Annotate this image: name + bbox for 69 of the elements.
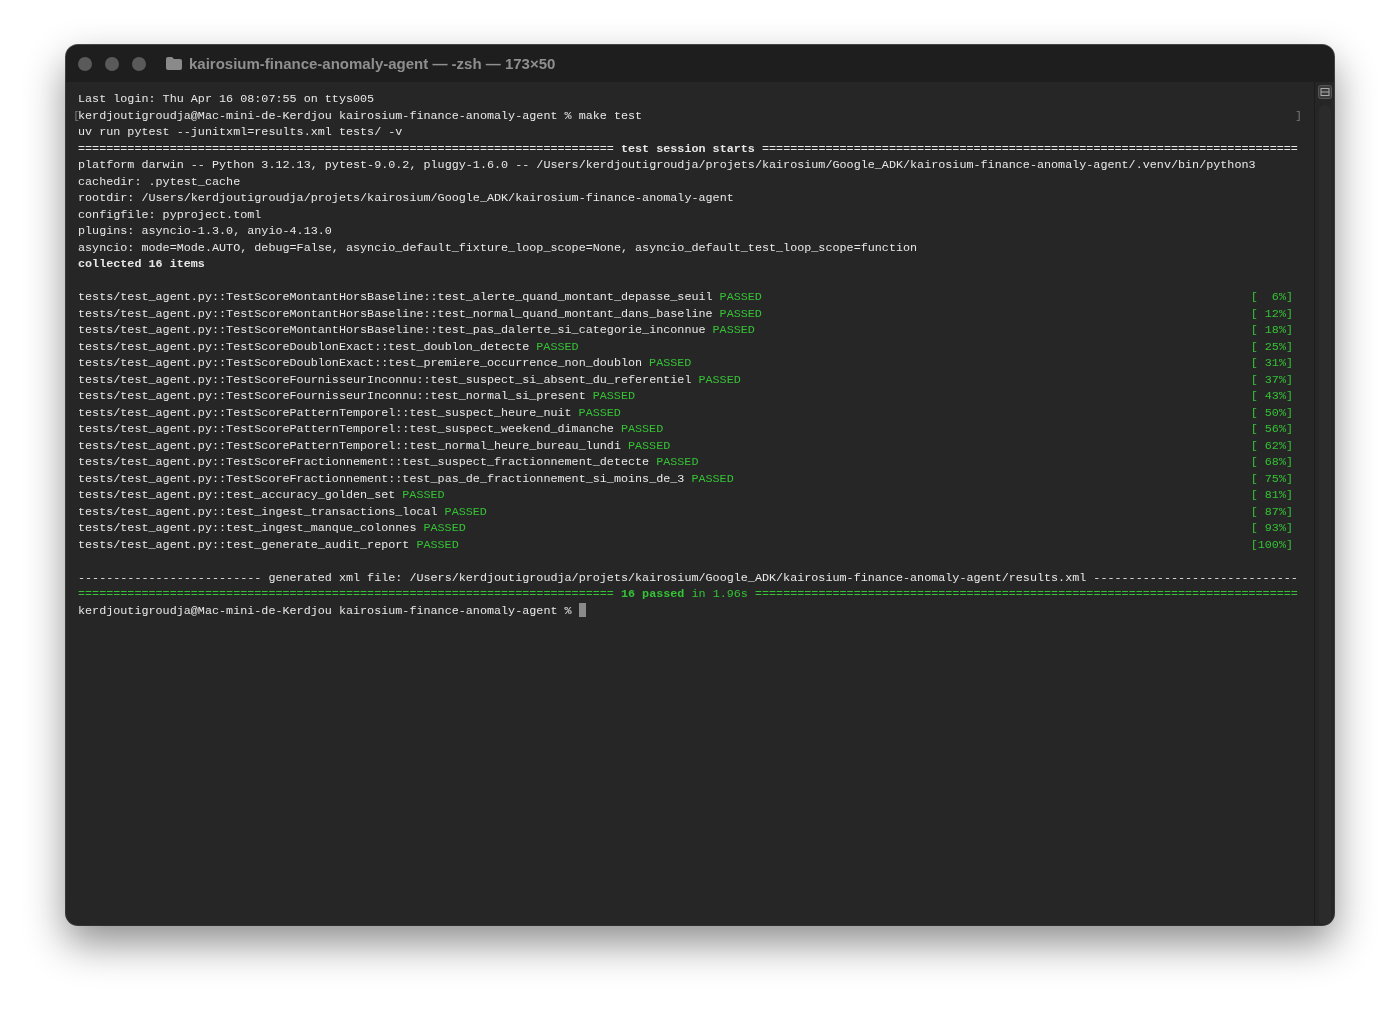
prompt-line: kerdjoutigroudja@Mac-mini-de-Kerdjou kairosium-finance-anomaly-agent % make test — [78, 108, 643, 123]
progress-percent: [ 87%] — [1250, 503, 1293, 520]
test-status: PASSED — [698, 371, 741, 388]
output-line: Last login: Thu Apr 16 08:07:55 on ttys005 — [78, 91, 376, 108]
test-name: tests/test_agent.py::TestScorePatternTemporel::test_suspect_heure_nuit — [78, 404, 572, 421]
output-line: asyncio: mode=Mode.AUTO, debug=False, asyncio_default_fixture_loop_scope=None, asyncio_default_test_loop_scope=function — [78, 239, 919, 256]
test-name: tests/test_agent.py::test_ingest_transactions_local — [78, 503, 438, 520]
test-status: PASSED — [656, 454, 699, 471]
progress-percent: [ 12%] — [1250, 305, 1293, 322]
prompt-line: kerdjoutigroudja@Mac-mini-de-Kerdjou kairosium-finance-anomaly-agent % — [78, 603, 572, 618]
progress-percent: [100%] — [1250, 536, 1293, 553]
window-title: kairosium-finance-anomaly-agent — -zsh — 173×50 — [189, 55, 556, 72]
test-name: tests/test_agent.py::TestScoreFractionnement::test_suspect_fractionnement_detecte — [78, 454, 650, 471]
test-name: tests/test_agent.py::test_generate_audit_report — [78, 536, 410, 553]
progress-percent: [ 50%] — [1250, 404, 1293, 421]
test-status: PASSED — [712, 322, 755, 339]
output-line: cachedir: .pytest_cache — [78, 173, 242, 190]
minimize-button[interactable] — [105, 56, 119, 71]
prompt-mark: ] — [1294, 107, 1302, 124]
test-name: tests/test_agent.py::TestScorePatternTemporel::test_suspect_weekend_dimanche — [78, 421, 614, 438]
test-status: PASSED — [444, 503, 487, 520]
test-status: PASSED — [416, 536, 459, 553]
output-line: collected 16 items — [78, 256, 206, 273]
test-name: tests/test_agent.py::test_accuracy_golden_set — [78, 487, 396, 504]
test-status: PASSED — [627, 437, 671, 454]
test-name: tests/test_agent.py::TestScoreFournisseurInconnu::test_suspect_si_absent_du_referentiel — [78, 371, 692, 388]
progress-percent: [ 43%] — [1250, 388, 1293, 405]
separator-line: ============================================================================ test session starts ============================================================================ — [78, 140, 1299, 157]
test-name: tests/test_agent.py::TestScoreFournisseurInconnu::test_normal_si_present — [78, 388, 586, 405]
test-status: PASSED — [402, 487, 445, 504]
test-name: tests/test_agent.py::TestScoreMontantHorsBaseline::test_alerte_quand_montant_depasse_seuil — [78, 289, 713, 306]
output-line: configfile: pyproject.toml — [78, 206, 263, 223]
progress-percent: [ 93%] — [1250, 520, 1293, 537]
folder-icon — [166, 57, 182, 70]
test-status: PASSED — [536, 338, 579, 355]
separator-line: -------------------------- generated xml file: /Users/kerdjoutigroudja/projets/kairosium/Google_ADK/kairosium-finance-anomaly-agent/results.xml ----------------------------- — [78, 569, 1299, 586]
test-name: tests/test_agent.py::TestScoreMontantHorsBaseline::test_pas_dalerte_si_categorie_inconnue — [78, 322, 706, 339]
test-status: PASSED — [423, 520, 466, 537]
output-line: uv run pytest --junitxml=results.xml tests/ -v — [78, 124, 404, 141]
progress-percent: [ 56%] — [1250, 421, 1293, 438]
separator-line: ============================================================================ 16 passed in 1.96s ============================================================================= — [78, 586, 1299, 603]
test-name: tests/test_agent.py::test_ingest_manque_colonnes — [78, 520, 417, 537]
progress-percent: [ 68%] — [1250, 454, 1293, 471]
progress-percent: [ 75%] — [1250, 470, 1293, 487]
test-name: tests/test_agent.py::TestScoreDoublonExact::test_premiere_occurrence_non_doublon — [78, 355, 643, 372]
progress-percent: [ 37%] — [1250, 371, 1293, 388]
test-name: tests/test_agent.py::TestScoreMontantHorsBaseline::test_normal_quand_montant_dans_baseline — [78, 305, 713, 322]
test-name: tests/test_agent.py::TestScorePatternTemporel::test_normal_heure_bureau_lundi — [78, 437, 621, 454]
output-line: platform darwin -- Python 3.12.13, pytest-9.0.2, pluggy-1.6.0 -- /Users/kerdjoutigroudja/projets/kairosium/Google_ADK/kairosium-finance-anomaly-agent/.venv/bin/python3 — [78, 157, 1257, 174]
progress-percent: [ 6%] — [1250, 289, 1293, 306]
test-status: PASSED — [592, 388, 635, 405]
test-status: PASSED — [578, 404, 621, 421]
test-status: PASSED — [719, 305, 762, 322]
test-status: PASSED — [719, 289, 762, 306]
progress-percent: [ 81%] — [1250, 487, 1293, 504]
progress-percent: [ 18%] — [1250, 322, 1293, 339]
progress-percent: [ 31%] — [1250, 355, 1293, 372]
test-status: PASSED — [620, 421, 664, 438]
progress-percent: [ 62%] — [1250, 437, 1293, 454]
output-line: rootdir: /Users/kerdjoutigroudja/projets/kairosium/Google_ADK/kairosium-finance-anomaly-agent — [78, 190, 735, 207]
output-line: plugins: asyncio-1.3.0, anyio-4.13.0 — [78, 223, 333, 240]
close-button[interactable] — [78, 56, 92, 71]
test-status: PASSED — [691, 470, 734, 487]
split-pane-icon[interactable] — [1317, 85, 1332, 99]
zoom-button[interactable] — [132, 56, 146, 71]
progress-percent: [ 25%] — [1250, 338, 1293, 355]
test-status: PASSED — [649, 355, 692, 372]
test-name: tests/test_agent.py::TestScoreFractionnement::test_pas_de_fractionnement_si_moins_de_3 — [78, 470, 685, 487]
test-name: tests/test_agent.py::TestScoreDoublonExact::test_doublon_detecte — [78, 338, 530, 355]
